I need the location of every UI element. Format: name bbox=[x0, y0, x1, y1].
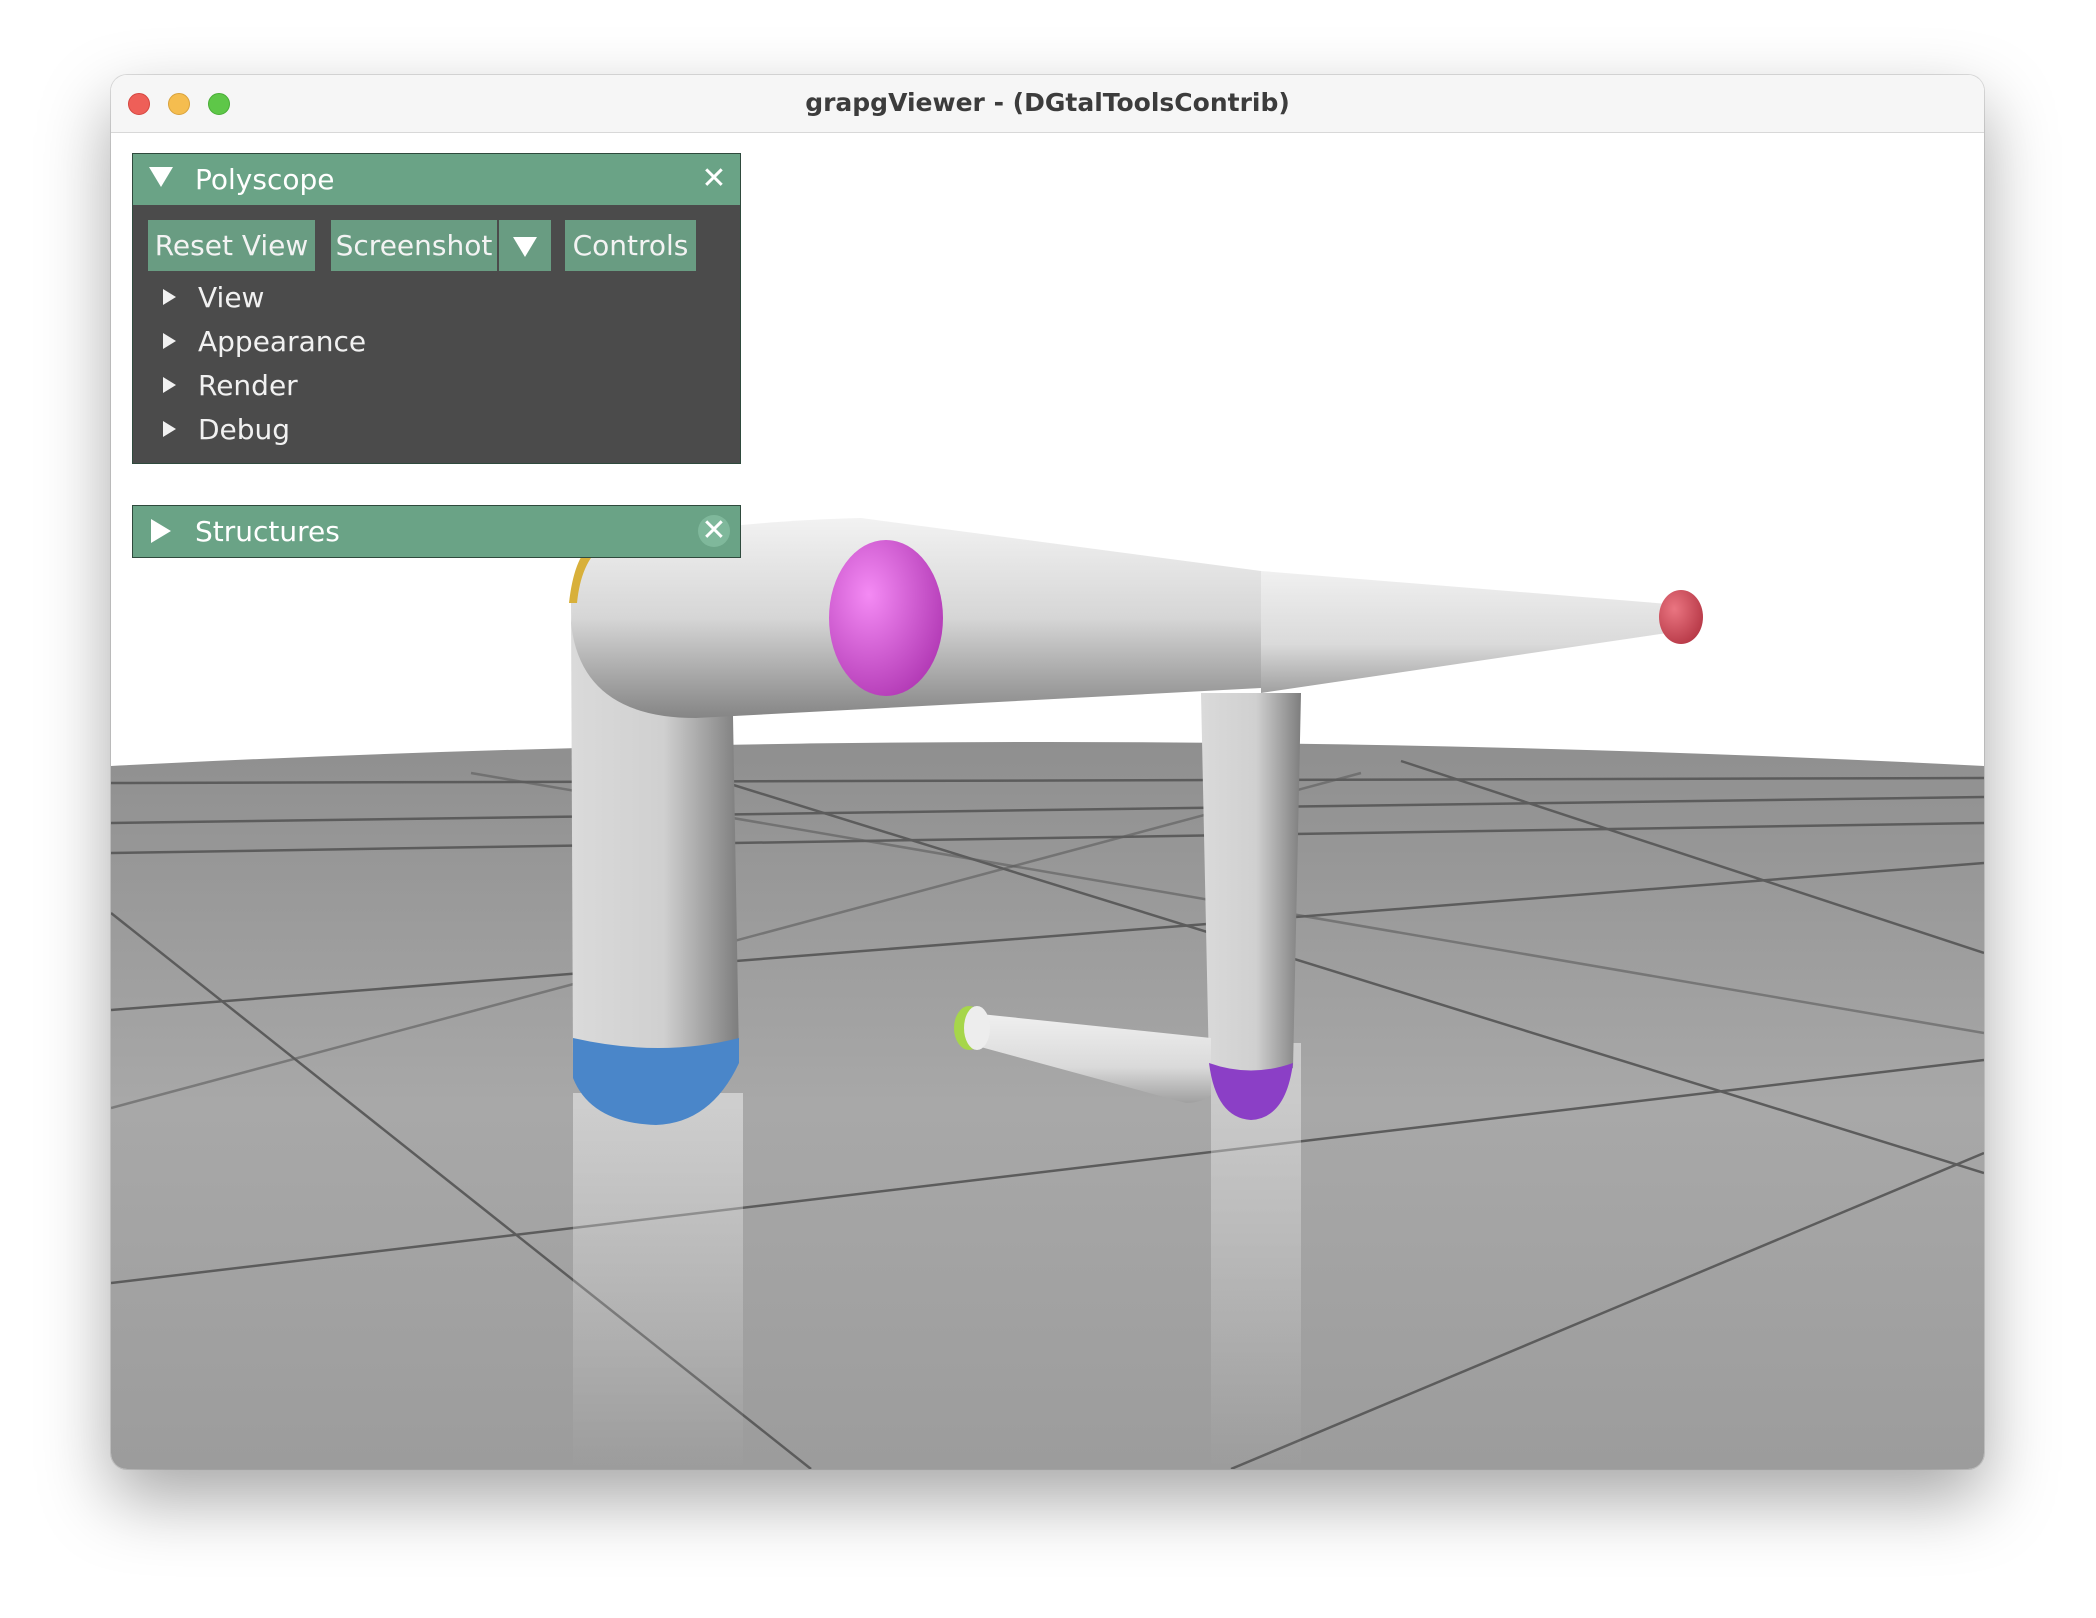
polyscope-panel-title: Polyscope bbox=[195, 163, 335, 196]
tree-item-label: Debug bbox=[198, 413, 291, 446]
triangle-right-icon[interactable] bbox=[151, 519, 171, 543]
app-window: grapgViewer - (DGtalToolsContrib) Polysc… bbox=[111, 75, 1984, 1469]
close-icon[interactable]: ✕ bbox=[698, 515, 730, 547]
structures-panel-header[interactable]: Structures ✕ bbox=[133, 506, 740, 557]
triangle-right-icon bbox=[163, 377, 176, 393]
tree-item-appearance[interactable]: Appearance bbox=[163, 325, 366, 361]
tube-top-right bbox=[1261, 571, 1681, 693]
structures-panel: Structures ✕ bbox=[132, 505, 741, 558]
polyscope-panel-header[interactable]: Polyscope ✕ bbox=[133, 154, 740, 205]
tree-item-view[interactable]: View bbox=[163, 281, 264, 317]
triangle-right-icon bbox=[163, 333, 176, 349]
tube-right-leg bbox=[1201, 693, 1301, 1078]
tree-item-render[interactable]: Render bbox=[163, 369, 298, 405]
node-red bbox=[1659, 590, 1703, 644]
polyscope-panel: Polyscope ✕ Reset View Screenshot Contro… bbox=[132, 153, 741, 464]
chevron-down-icon bbox=[513, 237, 537, 257]
node-magenta bbox=[829, 540, 943, 696]
close-icon[interactable]: ✕ bbox=[698, 163, 730, 195]
triangle-right-icon bbox=[163, 421, 176, 437]
window-title: grapgViewer - (DGtalToolsContrib) bbox=[805, 88, 1290, 117]
screenshot-options-button[interactable] bbox=[499, 220, 551, 271]
tree-item-debug[interactable]: Debug bbox=[163, 413, 290, 449]
structures-panel-title: Structures bbox=[195, 515, 340, 548]
reset-view-button[interactable]: Reset View bbox=[148, 220, 315, 271]
tree-item-label: Appearance bbox=[198, 325, 367, 358]
polyscope-panel-body: Reset View Screenshot Controls View Appe… bbox=[133, 205, 740, 463]
ground-plane bbox=[111, 742, 1984, 1469]
screenshot-button[interactable]: Screenshot bbox=[331, 220, 497, 271]
leg-left-reflection bbox=[573, 1093, 743, 1469]
title-bar[interactable]: grapgViewer - (DGtalToolsContrib) bbox=[111, 75, 1984, 133]
triangle-right-icon bbox=[163, 289, 176, 305]
triangle-down-icon[interactable] bbox=[149, 167, 173, 187]
tree-item-label: Render bbox=[198, 369, 298, 402]
controls-button[interactable]: Controls bbox=[565, 220, 696, 271]
tree-item-label: View bbox=[198, 281, 265, 314]
3d-viewport[interactable]: Polyscope ✕ Reset View Screenshot Contro… bbox=[111, 133, 1984, 1469]
